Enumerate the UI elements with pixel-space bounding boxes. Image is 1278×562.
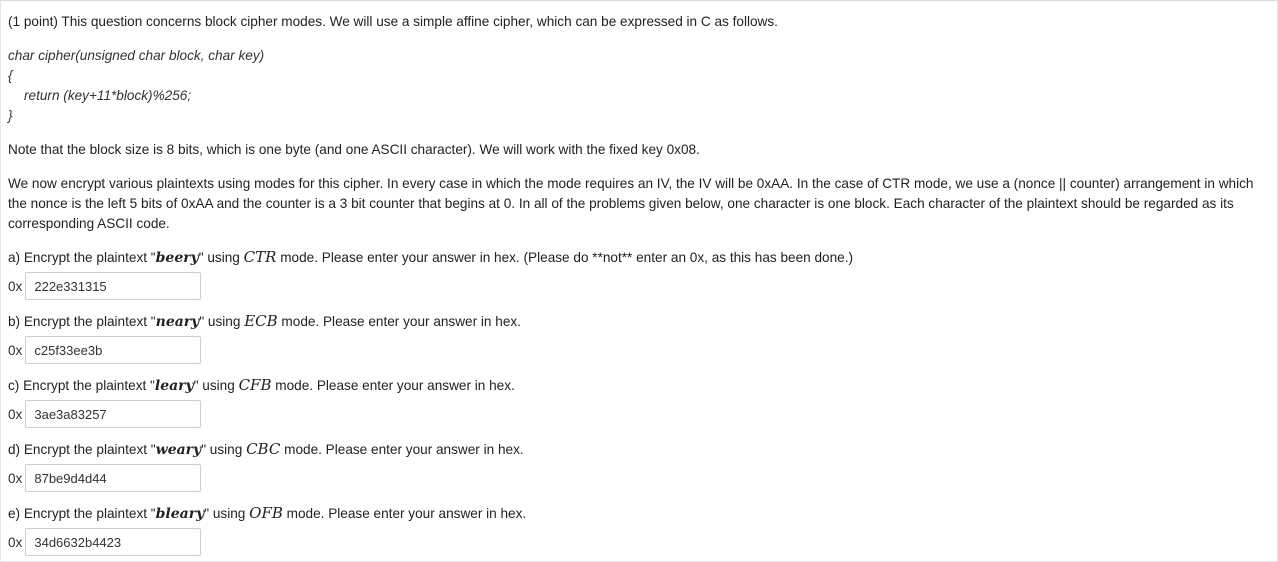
hex-prefix: 0x [8,278,23,294]
answer-row: 0x [8,270,853,302]
prompt-text: e) Encrypt the plaintext " [8,506,156,521]
block-size-note: Note that the block size is 8 bits, whic… [8,142,700,157]
question-panel: (1 point) This question concerns block c… [0,0,1278,562]
answer-row: 0x [8,398,515,430]
question-part-b: b) Encrypt the plaintext "neary" using E… [8,311,521,366]
prompt-text: mode. Please enter your answer in hex. [280,442,524,457]
prompt-text: " using [201,442,247,457]
question-e-prompt: e) Encrypt the plaintext "bleary" using … [8,503,526,524]
question-intro: (1 point) This question concerns block c… [8,14,778,29]
code-close-brace: } [8,108,13,123]
plaintext-word: beery [155,250,199,266]
question-b-prompt: b) Encrypt the plaintext "neary" using E… [8,311,521,332]
hex-prefix: 0x [8,470,23,486]
prompt-text: mode. Please enter your answer in hex. (… [276,250,854,265]
answer-input-b[interactable] [25,336,202,364]
answer-row: 0x [8,526,526,558]
answer-input-d[interactable] [25,464,202,492]
plaintext-word: leary [154,378,194,394]
code-return-statement: return (key+11*block)%256; [24,88,192,103]
mode-name: CBC [246,440,281,458]
mode-name: OFB [249,504,283,522]
answer-input-a[interactable] [25,272,202,300]
prompt-text: c) Encrypt the plaintext " [8,378,155,393]
code-signature: char cipher(unsigned char block, char ke… [8,48,265,63]
hex-prefix: 0x [8,534,23,550]
code-open-brace: { [8,68,13,83]
prompt-text: b) Encrypt the plaintext " [8,314,156,329]
question-c-prompt: c) Encrypt the plaintext "leary" using C… [8,375,515,396]
plaintext-word: weary [155,442,202,458]
prompt-text: " using [193,378,239,393]
answer-input-e[interactable] [25,528,202,556]
plaintext-word: neary [155,314,200,330]
plaintext-word: bleary [155,506,205,522]
question-d-prompt: d) Encrypt the plaintext "weary" using C… [8,439,524,460]
answer-input-c[interactable] [25,400,202,428]
mode-description: We now encrypt various plaintexts using … [8,176,1254,231]
mode-name: CTR [243,248,277,266]
answer-row: 0x [8,462,524,494]
prompt-text: mode. Please enter your answer in hex. [271,378,515,393]
hex-prefix: 0x [8,406,23,422]
prompt-text: " using [199,314,245,329]
prompt-text: mode. Please enter your answer in hex. [277,314,521,329]
answer-row: 0x [8,334,521,366]
prompt-text: " using [204,506,250,521]
prompt-text: " using [198,250,244,265]
hex-prefix: 0x [8,342,23,358]
prompt-text: mode. Please enter your answer in hex. [282,506,527,521]
question-part-d: d) Encrypt the plaintext "weary" using C… [8,439,524,494]
question-part-e: e) Encrypt the plaintext "bleary" using … [8,503,526,558]
mode-name: ECB [244,312,278,330]
question-part-c: c) Encrypt the plaintext "leary" using C… [8,375,515,430]
prompt-text: d) Encrypt the plaintext " [8,442,156,457]
prompt-text: a) Encrypt the plaintext " [8,250,156,265]
mode-name: CFB [238,376,272,394]
question-a-prompt: a) Encrypt the plaintext "beery" using C… [8,247,853,268]
question-part-a: a) Encrypt the plaintext "beery" using C… [8,247,853,302]
